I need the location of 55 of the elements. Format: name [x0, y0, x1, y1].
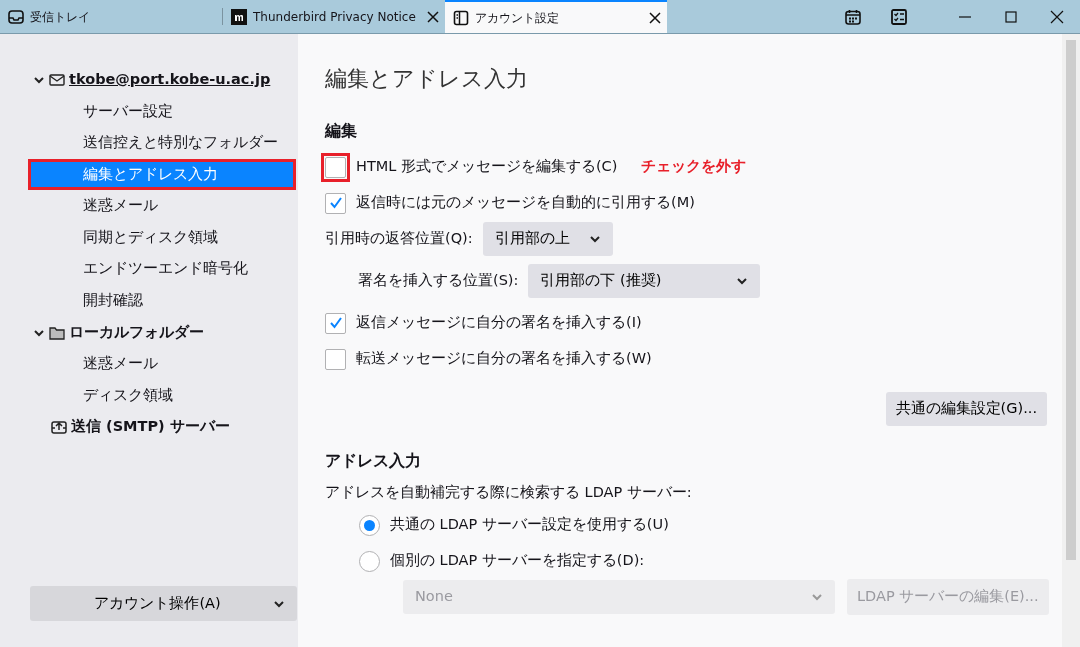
radio-button[interactable] [359, 550, 380, 572]
checkbox[interactable] [325, 192, 346, 214]
account-name[interactable]: 送信 (SMTP) サーバー [71, 416, 230, 439]
outbox-icon [51, 419, 67, 436]
sidebar-item[interactable]: エンドツーエンド暗号化 [28, 253, 296, 286]
checkmark-icon [328, 316, 343, 330]
section-heading: 編集 [325, 120, 358, 142]
field-label: 引用時の返答位置(Q): [325, 229, 473, 249]
tab[interactable]: 受信トレイ [0, 0, 222, 33]
general-settings-button[interactable]: 共通の編集設定(G)... [885, 392, 1047, 426]
envelope-icon [49, 71, 65, 88]
chevron-down-icon [588, 233, 601, 245]
site-logo-icon [231, 8, 247, 25]
sidebar-item[interactable]: サーバー設定 [28, 95, 296, 128]
close-icon[interactable] [649, 11, 661, 24]
radio-button[interactable] [359, 514, 380, 536]
checkbox[interactable] [325, 312, 346, 334]
close-icon[interactable] [1049, 8, 1065, 25]
section-heading: アドレス入力 [325, 450, 422, 472]
checkbox-label[interactable]: HTML 形式でメッセージを編集する(C) [356, 156, 618, 178]
tab[interactable]: Thunderbird Privacy Notice [223, 0, 445, 33]
checkbox-label[interactable]: 返信時には元のメッセージを自動的に引用する(M) [356, 192, 695, 214]
checkbox-label[interactable]: 転送メッセージに自分の署名を挿入する(W) [356, 348, 652, 370]
radio-label[interactable]: 共通の LDAP サーバー設定を使用する(U) [390, 514, 669, 536]
page-title: 編集とアドレス入力 [325, 65, 529, 93]
account-actions-button[interactable]: アカウント操作(A) [30, 586, 297, 621]
close-icon[interactable] [427, 10, 439, 23]
sidebar-item[interactable]: 送信控えと特別なフォルダー [28, 127, 296, 159]
checkbox[interactable] [325, 348, 346, 370]
task-list-icon[interactable] [891, 8, 907, 25]
field-label: 署名を挿入する位置(S): [358, 271, 519, 291]
scrollbar[interactable] [1062, 34, 1080, 647]
sidebar-item[interactable]: 迷惑メール [28, 348, 296, 380]
account-name[interactable]: ローカルフォルダー [69, 321, 204, 344]
checkbox-label[interactable]: 返信メッセージに自分の署名を挿入する(I) [356, 312, 642, 334]
checkmark-icon [328, 196, 343, 210]
chevron-down-icon [811, 591, 823, 603]
dropdown[interactable]: 引用部の上 [482, 222, 613, 256]
annotation-text: チェックを外す [641, 157, 747, 177]
sidebar-item[interactable]: 迷惑メール [28, 190, 296, 222]
description-text: アドレスを自動補完する際に検索する LDAP サーバー: [325, 483, 692, 503]
radio-label[interactable]: 個別の LDAP サーバーを指定する(D): [390, 550, 645, 572]
calendar-icon[interactable] [845, 8, 861, 25]
account-name[interactable]: tkobe@port.kobe-u.ac.jp [69, 68, 271, 91]
maximize-icon[interactable] [1003, 8, 1019, 25]
folder-icon [49, 324, 65, 341]
tab[interactable]: アカウント設定 [445, 0, 667, 33]
chevron-down-icon [736, 275, 749, 287]
settings-icon [453, 9, 469, 26]
sidebar-item[interactable]: 編集とアドレス入力 [28, 158, 296, 191]
sidebar-item[interactable]: 開封確認 [28, 285, 296, 317]
sidebar-item[interactable]: 同期とディスク領域 [28, 221, 296, 254]
sidebar-item[interactable]: ディスク領域 [28, 379, 296, 412]
inbox-tray-icon [8, 8, 24, 25]
dropdown[interactable]: 引用部の下 (推奨) [528, 264, 761, 298]
